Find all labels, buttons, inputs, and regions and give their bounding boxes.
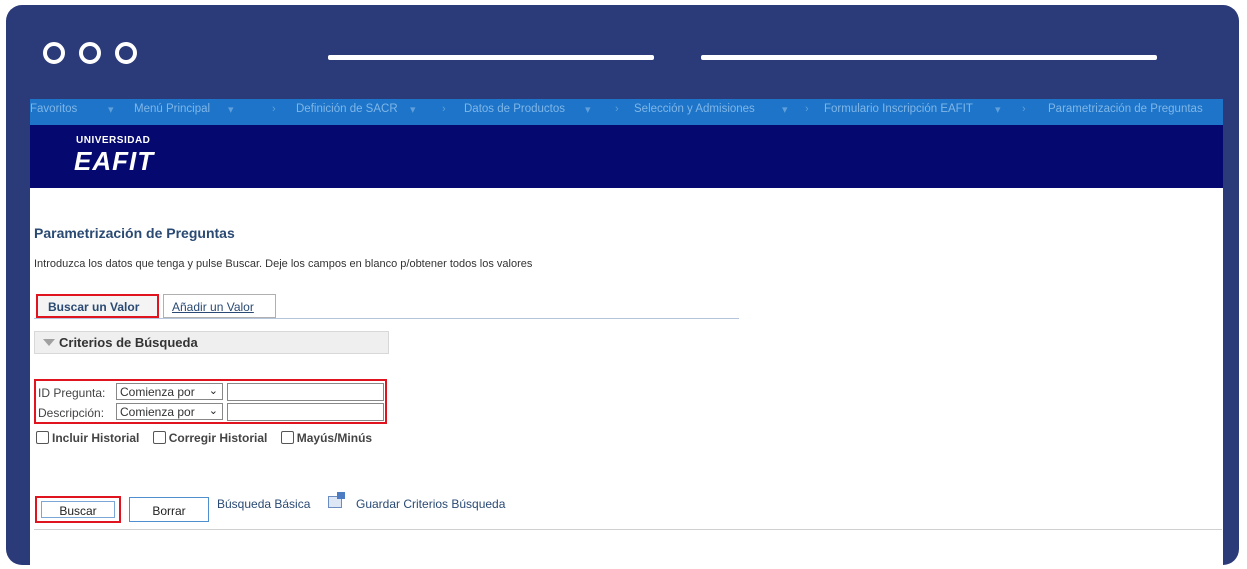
borrar-button[interactable]: Borrar <box>129 497 209 522</box>
corregir-historial-checkbox[interactable]: Corregir Historial <box>152 431 268 445</box>
title-bar-line <box>701 55 1157 60</box>
breadcrumb-separator-icon: › <box>272 103 276 115</box>
breadcrumb-separator-icon: › <box>615 103 619 115</box>
field-row-descripcion: Descripción: Comienza por ⌄ <box>38 403 387 423</box>
menu-seleccion-admisiones[interactable]: Selección y Admisiones <box>634 103 755 115</box>
mayus-minus-checkbox[interactable]: Mayús/Minús <box>280 431 373 445</box>
tab-buscar-valor[interactable]: Buscar un Valor <box>36 294 159 318</box>
breadcrumb-separator-icon: › <box>805 103 809 115</box>
chevron-down-icon: ⌄ <box>208 405 218 417</box>
chevron-down-icon: ▾ <box>108 104 114 116</box>
busqueda-basica-link[interactable]: Búsqueda Básica <box>217 497 310 511</box>
chevron-down-icon: ▾ <box>228 104 234 116</box>
search-criteria-title: Criterios de Búsqueda <box>59 335 198 350</box>
chevron-down-icon: ▾ <box>585 104 591 116</box>
incluir-historial-checkbox[interactable]: Incluir Historial <box>36 431 139 445</box>
field-row-id-pregunta: ID Pregunta: Comienza por ⌄ <box>38 383 387 403</box>
menu-parametrizacion-preguntas[interactable]: Parametrización de Preguntas <box>1048 103 1203 115</box>
id-pregunta-input[interactable] <box>227 383 384 401</box>
search-fields: ID Pregunta: Comienza por ⌄ Descripción:… <box>34 379 387 424</box>
menu-favoritos[interactable]: Favoritos <box>30 103 77 115</box>
logo-eafit: EAFIT <box>74 146 155 176</box>
descripcion-operator-select[interactable]: Comienza por ⌄ <box>116 403 223 420</box>
title-bar-line <box>328 55 654 60</box>
page-title: Parametrización de Preguntas <box>34 225 235 241</box>
menu-formulario-inscripcion[interactable]: Formulario Inscripción EAFIT <box>824 103 973 115</box>
navigation-menu: Favoritos ▾ Menú Principal ▾ › Definició… <box>30 99 1223 125</box>
search-options: Incluir Historial Corregir Historial May… <box>36 431 382 445</box>
chevron-down-icon: ▾ <box>782 104 788 116</box>
incluir-historial-label: Incluir Historial <box>52 431 140 445</box>
tab-anadir-valor[interactable]: Añadir un Valor <box>163 294 276 318</box>
menu-principal[interactable]: Menú Principal <box>134 103 210 115</box>
guardar-criterios-link[interactable]: Guardar Criterios Búsqueda <box>356 497 505 511</box>
breadcrumb-separator-icon: › <box>442 103 446 115</box>
id-pregunta-operator-value: Comienza por <box>120 385 195 399</box>
search-criteria-section[interactable]: Criterios de Búsqueda <box>34 331 389 354</box>
app-content: Favoritos ▾ Menú Principal ▾ › Definició… <box>30 99 1223 566</box>
menu-definicion-sacr[interactable]: Definición de SACR <box>296 103 398 115</box>
buscar-button[interactable]: Buscar <box>35 496 121 523</box>
descripcion-label: Descripción: <box>38 406 105 420</box>
chevron-down-icon: ▾ <box>995 104 1001 116</box>
tab-anadir-valor-label: Añadir un Valor <box>172 300 254 314</box>
checkbox-icon[interactable] <box>152 431 166 444</box>
menu-datos-productos[interactable]: Datos de Productos <box>464 103 565 115</box>
header-banner: UNIVERSIDAD EAFIT <box>30 125 1223 188</box>
page-instructions: Introduzca los datos que tenga y pulse B… <box>34 258 533 270</box>
descripcion-operator-value: Comienza por <box>120 405 195 419</box>
id-pregunta-operator-select[interactable]: Comienza por ⌄ <box>116 383 223 400</box>
descripcion-input[interactable] <box>227 403 384 421</box>
checkbox-icon[interactable] <box>36 431 49 444</box>
save-criteria-icon[interactable] <box>328 492 345 508</box>
breadcrumb-separator-icon: › <box>1022 103 1026 115</box>
mayus-minus-label: Mayús/Minús <box>296 431 373 445</box>
corregir-historial-label: Corregir Historial <box>168 431 268 445</box>
window-control-circle[interactable] <box>79 42 101 64</box>
checkbox-icon[interactable] <box>280 431 294 444</box>
window-control-circle[interactable] <box>43 42 65 64</box>
logo-universidad-text: UNIVERSIDAD <box>76 135 151 146</box>
chevron-down-icon: ⌄ <box>208 385 218 397</box>
id-pregunta-label: ID Pregunta: <box>38 386 106 400</box>
buscar-button-border <box>41 501 115 518</box>
collapse-triangle-icon <box>43 339 55 346</box>
chevron-down-icon: ▾ <box>410 104 416 116</box>
tab-divider <box>34 318 739 319</box>
page-bottom-divider <box>34 529 1222 530</box>
window-control-circle[interactable] <box>115 42 137 64</box>
